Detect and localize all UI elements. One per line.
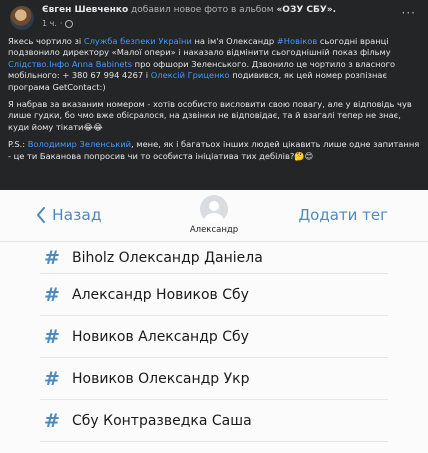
- tag-label: Biholz Олександр Даніела: [72, 249, 263, 266]
- globe-icon: [65, 20, 74, 28]
- mention-link[interactable]: Володимир Зеленський: [28, 139, 131, 149]
- more-options-icon[interactable]: ···: [402, 6, 416, 20]
- contact-tags-screen: Назад Александр Додати тег # Biholz Олекс…: [0, 190, 428, 453]
- tag-row[interactable]: # Новиков Олександр Укр: [40, 358, 388, 400]
- mention-link[interactable]: Слідство.Інфо: [8, 59, 69, 69]
- author-avatar[interactable]: [10, 6, 34, 30]
- tag-label: Новиков Олександр Укр: [72, 370, 250, 387]
- facebook-post: Євген Шевченко добавил новое фото в альб…: [0, 0, 428, 190]
- contact-avatar: [200, 195, 228, 223]
- mention-link[interactable]: Олексій Гриценко: [151, 70, 230, 80]
- add-tag-button[interactable]: Додати тег: [298, 206, 388, 224]
- contact-name: Александр: [189, 225, 239, 235]
- post-text-segment: Якесь чортило зі: [8, 36, 84, 46]
- tag-label: Сбу Контразведка Саша: [72, 412, 252, 429]
- tag-row[interactable]: # Новиков Александр Сбу: [40, 316, 388, 358]
- mention-link[interactable]: Anna Babinets: [72, 59, 132, 69]
- tag-row[interactable]: # Александр Новиков Сбу: [40, 274, 388, 316]
- post-text: Якесь чортило зі Служба безпеки України …: [8, 36, 420, 162]
- hashtag-icon: #: [44, 409, 60, 432]
- tag-label: Новиков Александр Сбу: [72, 328, 249, 345]
- hashtag-icon: #: [44, 246, 60, 269]
- post-time[interactable]: 1 ч.: [42, 18, 57, 30]
- tag-label: Александр Новиков Сбу: [72, 286, 249, 303]
- hashtag-icon: #: [44, 367, 60, 390]
- post-text-segment: P.S.:: [8, 139, 28, 150]
- tag-row[interactable]: # Biholz Олександр Даніела: [40, 242, 388, 274]
- post-paragraph-2: Я набрав за вказаним номером - хотів осо…: [8, 99, 412, 132]
- hashtag-icon: #: [44, 283, 60, 306]
- post-text-segment: на ім'я Олександр: [191, 36, 277, 46]
- back-button[interactable]: Назад: [36, 206, 102, 224]
- person-icon: [204, 201, 224, 223]
- mention-link[interactable]: Служба безпеки України: [84, 36, 192, 46]
- post-paragraph-1: Якесь чортило зі Служба безпеки України …: [8, 36, 420, 93]
- album-link[interactable]: «ОЗУ СБУ».: [276, 5, 336, 15]
- back-label: Назад: [52, 206, 102, 224]
- author-name[interactable]: Євген Шевченко: [42, 5, 128, 15]
- post-action: добавил новое фото в альбом: [131, 5, 274, 15]
- tag-list: # Biholz Олександр Даніела # Александр Нови…: [0, 242, 428, 442]
- post-paragraph-3: P.S.: Володимир Зеленський, мене, як і б…: [8, 139, 420, 162]
- tag-row[interactable]: # Сбу Контразведка Саша: [40, 400, 388, 442]
- navigation-bar: Назад Александр Додати тег: [0, 190, 428, 242]
- chevron-left-icon: [37, 207, 45, 223]
- hashtag-icon: #: [44, 325, 60, 348]
- post-header: Євген Шевченко добавил новое фото в альб…: [8, 4, 420, 34]
- mention-link[interactable]: #Новіков: [277, 36, 317, 46]
